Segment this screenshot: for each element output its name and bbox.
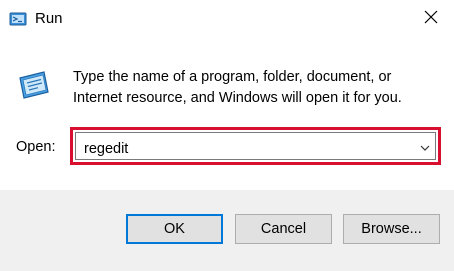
instruction-text: Type the name of a program, folder, docu…: [73, 69, 402, 106]
close-button[interactable]: [408, 0, 454, 38]
browse-button[interactable]: Browse...: [343, 214, 440, 244]
chevron-down-icon[interactable]: [418, 141, 432, 155]
dialog-content: Type the name of a program, folder, docu…: [0, 38, 454, 190]
run-icon: [17, 68, 51, 102]
open-input[interactable]: regedit: [84, 140, 128, 158]
ok-button[interactable]: OK: [126, 214, 223, 244]
title-bar[interactable]: Run: [0, 0, 454, 38]
cancel-button[interactable]: Cancel: [235, 214, 332, 244]
close-icon: [424, 10, 438, 29]
button-bar: OK Cancel Browse...: [0, 190, 454, 271]
window-title: Run: [35, 10, 63, 27]
run-app-icon: [9, 10, 27, 28]
open-label: Open:: [16, 139, 56, 155]
open-combobox[interactable]: regedit: [75, 132, 436, 160]
open-combobox-highlight[interactable]: regedit: [70, 127, 441, 165]
